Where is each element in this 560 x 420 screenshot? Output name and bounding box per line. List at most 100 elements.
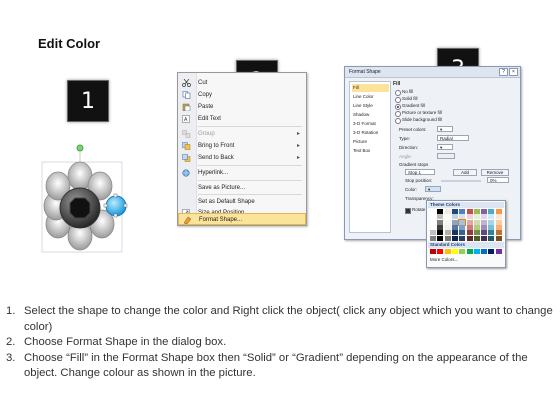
direction-dropdown[interactable]: ▾ <box>437 144 453 150</box>
color-swatch[interactable] <box>481 230 488 236</box>
more-colors-link[interactable]: More Colors... <box>430 257 458 263</box>
menu-item-bring-to-front[interactable]: Bring to Front ▸ <box>178 140 306 152</box>
nav-item-line-style[interactable]: Line Style <box>352 102 389 110</box>
color-swatch[interactable] <box>495 219 502 225</box>
color-swatch[interactable] <box>473 214 480 220</box>
color-swatch[interactable] <box>444 219 451 225</box>
type-dropdown[interactable]: Radial <box>437 135 469 141</box>
color-swatch[interactable] <box>473 230 480 236</box>
color-swatch[interactable] <box>451 219 458 225</box>
selection-handle-icon[interactable] <box>76 144 84 152</box>
color-swatch[interactable] <box>466 214 473 220</box>
menu-item-send-to-back[interactable]: Send to Back ▸ <box>178 152 306 164</box>
rotate-checkbox[interactable] <box>405 208 411 214</box>
color-swatch[interactable] <box>481 224 488 230</box>
color-swatch[interactable] <box>473 235 480 241</box>
stop-position-slider[interactable] <box>441 180 481 182</box>
color-swatch[interactable] <box>444 209 451 214</box>
color-swatch[interactable] <box>430 224 436 230</box>
radio-solid-fill[interactable] <box>395 97 401 103</box>
color-swatch[interactable] <box>451 214 458 220</box>
color-swatch[interactable] <box>437 219 444 225</box>
color-swatch[interactable] <box>437 235 444 241</box>
radio-no-fill[interactable] <box>395 90 401 96</box>
color-swatch[interactable] <box>481 209 488 214</box>
color-swatch[interactable] <box>430 219 436 225</box>
nav-item-3d-rotation[interactable]: 3-D Rotation <box>352 129 389 137</box>
color-swatch[interactable] <box>466 224 473 230</box>
standard-color-swatch[interactable] <box>473 249 480 254</box>
color-swatch[interactable] <box>451 235 458 241</box>
stop-dropdown[interactable]: Stop 1 <box>405 169 435 175</box>
color-swatch[interactable] <box>458 218 467 226</box>
blue-petal-selected[interactable] <box>105 195 127 217</box>
standard-color-swatch[interactable] <box>430 249 436 254</box>
menu-item-edit-text[interactable]: A Edit Text <box>178 113 306 125</box>
color-dropdown[interactable]: ▾ <box>425 186 441 192</box>
color-swatch[interactable] <box>481 214 488 220</box>
menu-item-paste[interactable]: Paste <box>178 101 306 113</box>
color-swatch[interactable] <box>437 230 444 236</box>
color-swatch[interactable] <box>430 235 436 241</box>
standard-color-swatch[interactable] <box>451 249 458 254</box>
color-swatch[interactable] <box>437 214 444 220</box>
color-swatch[interactable] <box>488 224 495 230</box>
color-swatch[interactable] <box>451 224 458 230</box>
standard-color-swatch[interactable] <box>437 249 444 254</box>
color-swatch[interactable] <box>466 219 473 225</box>
menu-item-format-shape[interactable]: Format Shape... <box>178 213 306 225</box>
color-swatch[interactable] <box>466 209 473 214</box>
nav-item-fill[interactable]: Fill <box>352 84 389 92</box>
standard-color-swatch[interactable] <box>481 249 488 254</box>
color-swatch[interactable] <box>488 230 495 236</box>
color-swatch[interactable] <box>459 235 466 241</box>
menu-item-cut[interactable]: Cut <box>178 77 306 89</box>
preset-colors-dropdown[interactable]: ▾ <box>437 126 453 132</box>
color-swatch[interactable] <box>444 230 451 236</box>
color-swatch[interactable] <box>481 235 488 241</box>
color-swatch[interactable] <box>459 224 466 230</box>
nav-item-picture[interactable]: Picture <box>352 138 389 146</box>
standard-color-swatch[interactable] <box>488 249 495 254</box>
nav-item-line-color[interactable]: Line Color <box>352 93 389 101</box>
color-swatch[interactable] <box>451 230 458 236</box>
radio-slide-background-fill[interactable] <box>395 118 401 124</box>
color-swatch[interactable] <box>495 230 502 236</box>
standard-color-swatch[interactable] <box>444 249 451 254</box>
remove-stop-button[interactable]: Remove <box>481 169 509 176</box>
color-swatch[interactable] <box>473 219 480 225</box>
color-swatch[interactable] <box>451 209 458 214</box>
radio-picture-fill[interactable] <box>395 111 401 117</box>
color-swatch[interactable] <box>473 209 480 214</box>
color-swatch[interactable] <box>488 235 495 241</box>
color-swatch[interactable] <box>430 214 436 220</box>
color-swatch[interactable] <box>466 230 473 236</box>
color-swatch[interactable] <box>444 214 451 220</box>
angle-field[interactable] <box>437 153 455 159</box>
color-swatch[interactable] <box>488 209 495 214</box>
color-swatch[interactable] <box>495 235 502 241</box>
menu-item-save-as-picture[interactable]: Save as Picture... <box>178 182 306 194</box>
nav-item-shadow[interactable]: Shadow <box>352 111 389 119</box>
color-swatch[interactable] <box>459 214 466 220</box>
help-button[interactable]: ? <box>499 68 508 76</box>
color-swatch[interactable] <box>473 224 480 230</box>
color-swatch[interactable] <box>495 209 502 214</box>
color-swatch[interactable] <box>437 224 444 230</box>
standard-color-swatch[interactable] <box>459 249 466 254</box>
stop-position-field[interactable]: 0% <box>487 177 509 183</box>
color-swatch[interactable] <box>430 209 436 214</box>
flower-shape-diagram[interactable] <box>36 140 146 270</box>
standard-color-swatch[interactable] <box>466 249 473 254</box>
color-swatch[interactable] <box>430 230 436 236</box>
nav-item-3d-format[interactable]: 3-D Format <box>352 120 389 128</box>
color-swatch[interactable] <box>444 235 451 241</box>
color-swatch[interactable] <box>481 219 488 225</box>
radio-gradient-fill[interactable] <box>395 104 401 110</box>
color-swatch[interactable] <box>466 235 473 241</box>
color-swatch[interactable] <box>488 214 495 220</box>
color-swatch[interactable] <box>437 209 444 214</box>
menu-item-hyperlink[interactable]: Hyperlink... <box>178 167 306 179</box>
color-swatch[interactable] <box>459 209 466 214</box>
color-swatch[interactable] <box>444 224 451 230</box>
